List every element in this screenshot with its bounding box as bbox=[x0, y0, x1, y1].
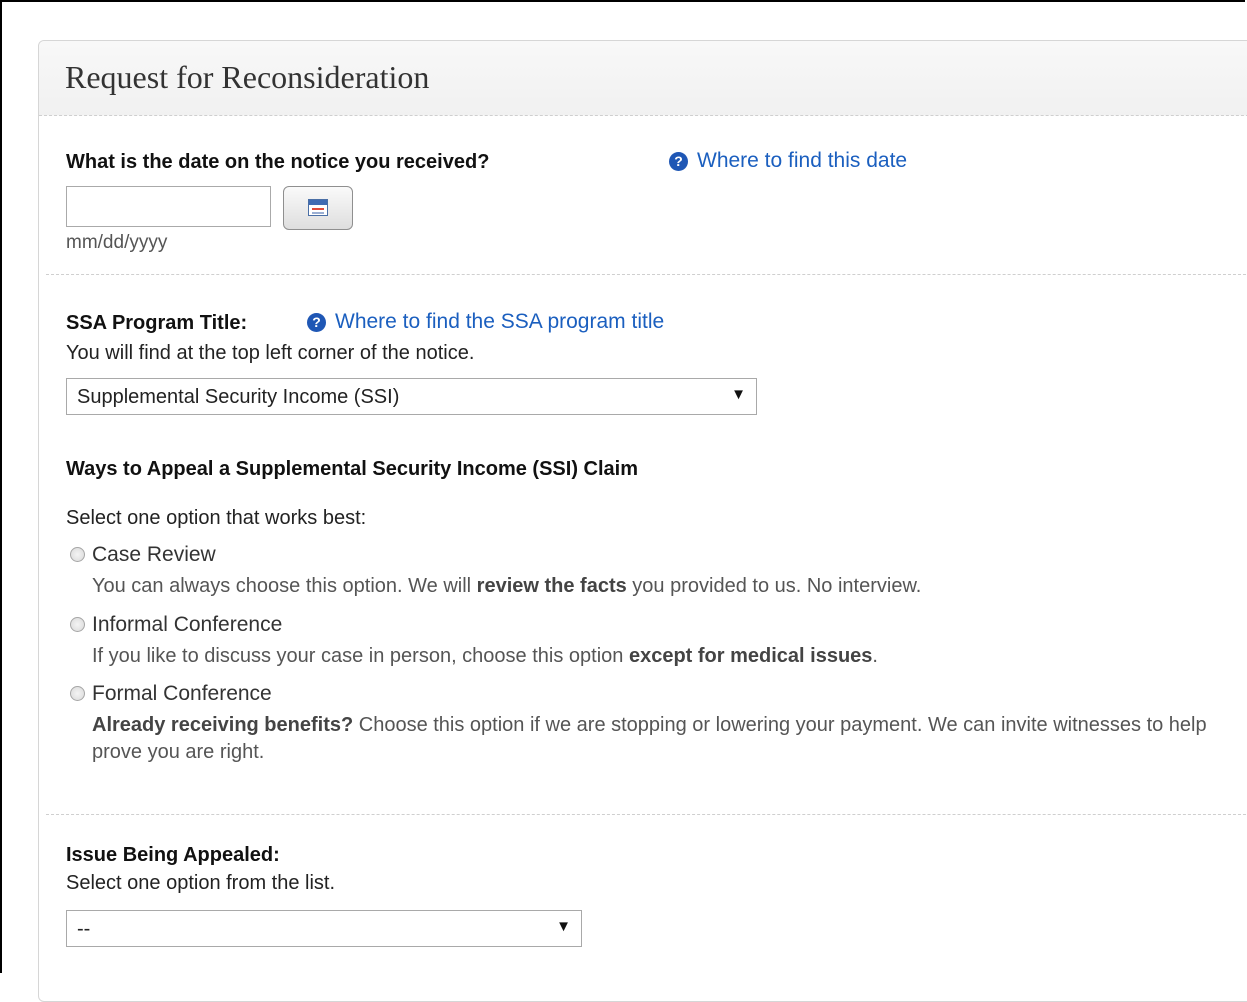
calendar-button[interactable] bbox=[283, 186, 353, 230]
section-divider bbox=[46, 274, 1246, 275]
help-icon: ? bbox=[307, 312, 326, 332]
program-help-link[interactable]: ? Where to find the SSA program title bbox=[307, 310, 664, 334]
informal-conference-radio[interactable] bbox=[70, 617, 85, 632]
section-divider bbox=[46, 814, 1246, 815]
formal-conference-label: Formal Conference bbox=[92, 682, 272, 705]
date-help-link[interactable]: ? Where to find this date bbox=[669, 149, 907, 173]
case-review-label: Case Review bbox=[92, 543, 216, 566]
date-format-hint: mm/dd/yyyy bbox=[66, 232, 168, 253]
notice-date-label: What is the date on the notice you recei… bbox=[66, 151, 490, 173]
informal-conference-label: Informal Conference bbox=[92, 613, 283, 636]
issue-select[interactable]: -- ▼ bbox=[66, 910, 582, 947]
formal-conference-desc: Already receiving benefits? Choose this … bbox=[92, 714, 1207, 763]
program-help-link-text: Where to find the SSA program title bbox=[335, 310, 665, 333]
issue-hint: Select one option from the list. bbox=[66, 872, 336, 894]
formal-conference-radio[interactable] bbox=[70, 686, 85, 701]
appeal-heading: Ways to Appeal a Supplemental Security I… bbox=[66, 458, 638, 480]
calendar-icon bbox=[308, 199, 328, 216]
program-hint: You will find at the top left corner of … bbox=[66, 342, 475, 364]
help-icon: ? bbox=[669, 151, 688, 171]
notice-date-input[interactable] bbox=[66, 186, 271, 227]
issue-label: Issue Being Appealed: bbox=[66, 844, 280, 866]
case-review-desc: You can always choose this option. We wi… bbox=[92, 575, 922, 597]
case-review-radio[interactable] bbox=[70, 547, 85, 562]
page-title: Request for Reconsideration bbox=[65, 59, 430, 95]
appeal-instruction: Select one option that works best: bbox=[66, 507, 367, 529]
dropdown-arrow-icon: ▼ bbox=[731, 386, 746, 403]
informal-conference-desc: If you like to discuss your case in pers… bbox=[92, 645, 878, 667]
date-help-link-text: Where to find this date bbox=[697, 149, 908, 172]
program-select-value: Supplemental Security Income (SSI) bbox=[77, 386, 400, 408]
program-title-label: SSA Program Title: bbox=[66, 312, 248, 334]
program-select[interactable]: Supplemental Security Income (SSI) ▼ bbox=[66, 378, 757, 415]
issue-select-value: -- bbox=[77, 918, 91, 940]
dropdown-arrow-icon: ▼ bbox=[556, 918, 571, 935]
